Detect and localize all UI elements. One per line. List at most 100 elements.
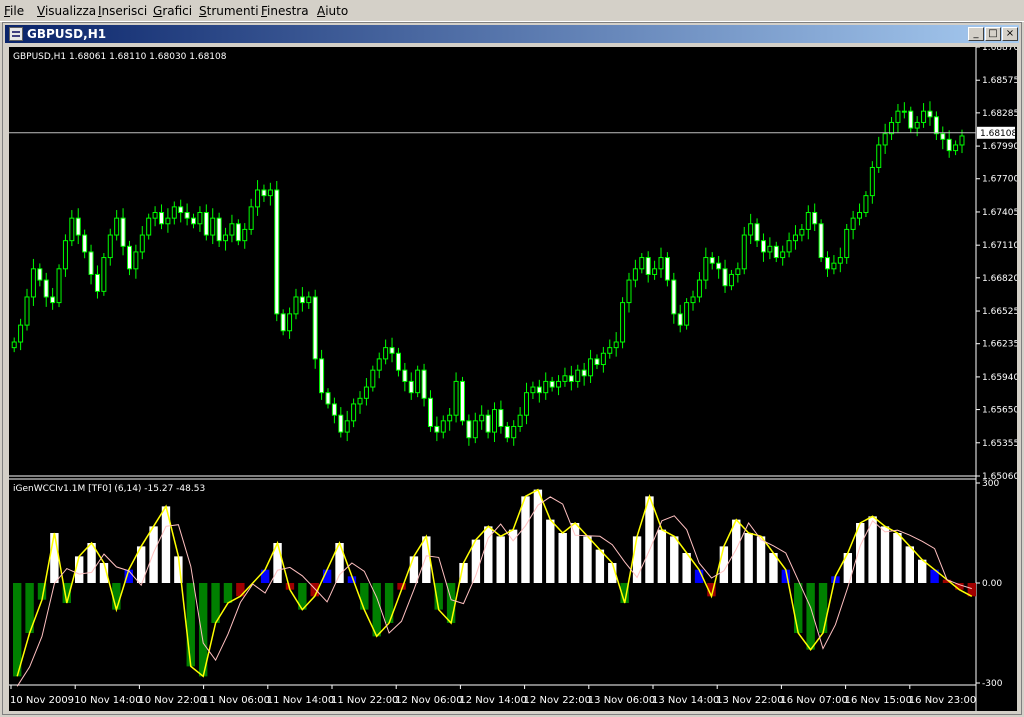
price-y-tick-label: 1.67110 — [982, 241, 1017, 251]
candle — [383, 339, 389, 365]
candle — [126, 240, 132, 276]
candle — [427, 390, 433, 432]
candle — [242, 223, 248, 249]
x-tick-label: 10 Nov 22:00 — [138, 695, 205, 706]
x-tick-label: 10 Nov 2009 — [10, 695, 74, 706]
minimize-button[interactable]: _ — [968, 27, 984, 41]
candle — [18, 318, 24, 351]
candle — [581, 362, 587, 386]
candle — [50, 287, 56, 310]
menu-aiuto[interactable]: Aiuto — [317, 4, 348, 18]
x-tick-label: 10 Nov 14:00 — [74, 695, 141, 706]
candle — [56, 264, 62, 308]
price-y-tick-label: 1.68285 — [982, 109, 1017, 119]
candle — [709, 252, 715, 270]
candle — [152, 206, 158, 227]
menu-finestra[interactable]: Finestra — [261, 4, 309, 18]
maximize-button[interactable]: □ — [985, 27, 1001, 41]
candle — [850, 210, 856, 240]
price-y-tick-label: 1.68575 — [982, 76, 1017, 86]
price-y-tick-label: 1.67700 — [982, 175, 1017, 185]
x-tick-label: 13 Nov 06:00 — [588, 695, 655, 706]
indicator-y-tick-label: -300 — [982, 679, 1003, 689]
candle — [287, 307, 293, 339]
candle — [921, 103, 927, 128]
candle — [255, 180, 261, 216]
price-y-tick-label: 1.67405 — [982, 208, 1017, 218]
candle — [652, 260, 658, 280]
x-tick-label: 13 Nov 14:00 — [652, 695, 719, 706]
candle — [107, 228, 113, 266]
candle — [120, 208, 126, 256]
candle — [927, 101, 933, 126]
menu-visualizza[interactable]: Visualizza — [37, 4, 96, 18]
candle — [607, 339, 613, 359]
candle — [940, 126, 946, 150]
indicator-line-signal — [16, 496, 972, 687]
candle — [684, 298, 690, 330]
candle — [24, 288, 30, 331]
candle — [274, 180, 280, 322]
candle — [210, 208, 216, 245]
menu-grafici[interactable]: Grafici — [153, 4, 192, 18]
candle — [312, 289, 318, 369]
title-bar[interactable]: GBPUSD,H1 _ □ × — [5, 25, 1019, 43]
x-tick-label: 16 Nov 15:00 — [845, 695, 912, 706]
candle — [728, 269, 734, 291]
candle — [524, 382, 530, 425]
candle — [178, 199, 184, 223]
candle — [216, 212, 222, 247]
candle — [556, 375, 562, 396]
chart-svg[interactable]: GBPUSD,H1 1.68061 1.68110 1.68030 1.6810… — [9, 47, 1017, 711]
candle — [748, 213, 754, 245]
x-tick-label: 16 Nov 07:00 — [780, 695, 847, 706]
candle — [101, 253, 107, 296]
candle — [696, 271, 702, 303]
candle — [146, 213, 152, 240]
candle — [434, 416, 440, 442]
candle — [818, 219, 824, 263]
candle — [376, 352, 382, 379]
candle — [338, 407, 344, 438]
candle — [536, 379, 542, 403]
candle — [472, 412, 478, 444]
candle — [139, 226, 145, 260]
candle — [780, 245, 786, 266]
candle — [568, 365, 574, 391]
candle — [735, 262, 741, 283]
candle — [11, 337, 17, 353]
candle — [645, 251, 651, 283]
candle — [235, 219, 241, 246]
candle — [82, 229, 88, 259]
candle — [908, 106, 914, 133]
candle — [863, 191, 869, 218]
candle — [869, 161, 875, 204]
candle — [626, 272, 632, 313]
menu-file[interactable]: File — [4, 4, 24, 18]
candle — [882, 123, 888, 154]
candle — [786, 232, 792, 258]
close-button[interactable]: × — [1002, 27, 1018, 41]
menu-inserisci[interactable]: Inserisci — [98, 4, 147, 18]
candle — [485, 409, 491, 439]
x-tick-label: 12 Nov 06:00 — [395, 695, 462, 706]
menu-strumenti[interactable]: Strumenti — [199, 4, 259, 18]
candle — [504, 421, 510, 443]
candle — [389, 337, 395, 363]
candle — [171, 201, 177, 225]
candle — [703, 247, 709, 290]
candle — [421, 363, 427, 407]
candle — [479, 405, 485, 430]
candle — [197, 206, 203, 232]
candle — [453, 372, 459, 423]
candle — [671, 272, 677, 324]
chart-area[interactable]: GBPUSD,H1 1.68061 1.68110 1.68030 1.6810… — [9, 47, 1017, 711]
candle — [543, 372, 549, 400]
candle — [658, 247, 664, 278]
candle — [517, 407, 523, 432]
candle — [594, 354, 600, 370]
candle — [620, 297, 626, 349]
candle — [837, 247, 843, 273]
candle — [812, 203, 818, 231]
price-y-tick-label: 1.66235 — [982, 340, 1017, 350]
